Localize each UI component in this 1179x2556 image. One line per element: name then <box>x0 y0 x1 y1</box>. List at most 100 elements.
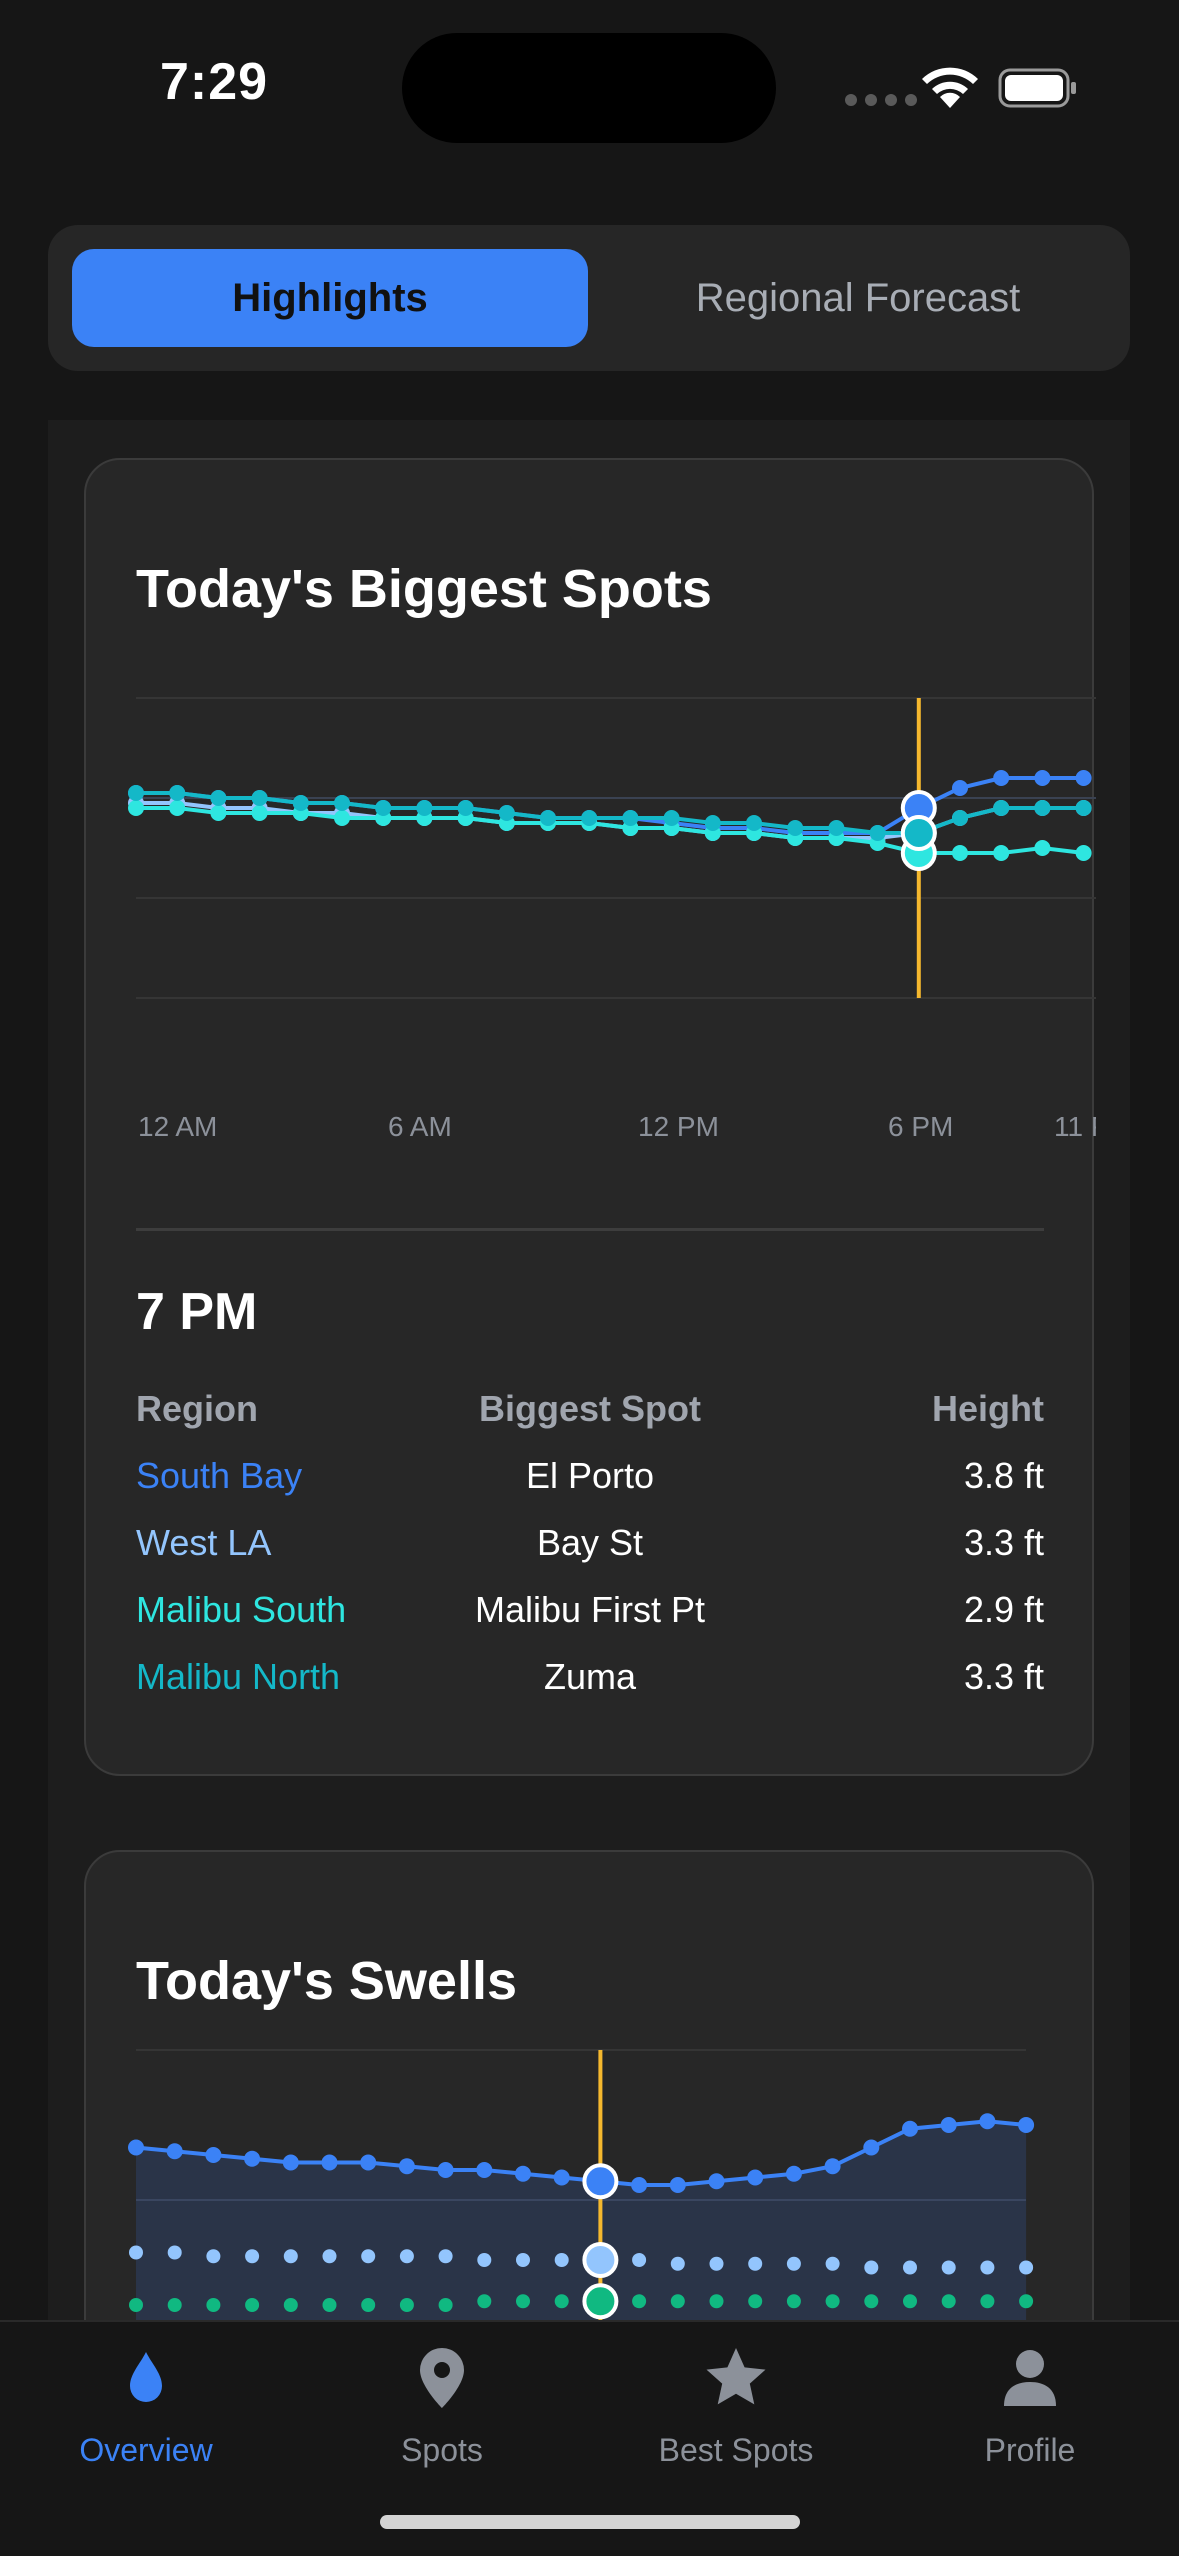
wave-height: 3.8 ft <box>963 1455 1044 1496</box>
series-line <box>136 806 1084 855</box>
data-point <box>244 2150 261 2167</box>
tab-profile[interactable]: Profile <box>910 2342 1150 2469</box>
data-point <box>1075 770 1092 786</box>
selected-time-heading: 7 PM <box>136 1283 258 1341</box>
data-point <box>516 2294 530 2309</box>
data-point <box>746 815 762 831</box>
data-point <box>669 2177 686 2193</box>
data-point <box>1075 800 1092 816</box>
data-point <box>663 810 680 826</box>
data-point <box>282 2154 299 2171</box>
data-point <box>952 780 968 796</box>
data-point <box>128 800 144 816</box>
data-point <box>993 800 1010 816</box>
data-point <box>169 785 186 801</box>
status-time: 7:29 <box>160 53 269 111</box>
data-point <box>167 2245 182 2260</box>
data-point <box>952 810 968 826</box>
tab-label: Overview <box>79 2432 213 2468</box>
table-row: Malibu North Zuma 3.3 ft <box>136 1656 1044 1723</box>
data-point <box>748 2294 763 2309</box>
section-divider <box>136 1228 1044 1231</box>
tab-label: Profile <box>984 2432 1076 2468</box>
data-point <box>864 2260 879 2275</box>
data-point <box>245 2298 260 2312</box>
data-point <box>375 800 392 816</box>
data-point <box>903 2260 917 2275</box>
cellular-signal-icon <box>845 94 917 106</box>
data-point <box>824 2158 841 2175</box>
data-point <box>1019 2294 1034 2309</box>
data-point <box>210 805 227 821</box>
swells-chart[interactable] <box>86 1852 1096 2320</box>
wifi-icon <box>922 67 978 108</box>
data-point <box>398 2158 415 2175</box>
selected-data-point <box>582 2242 619 2278</box>
data-point <box>709 2256 724 2271</box>
data-point <box>361 2298 376 2312</box>
data-point <box>210 790 227 806</box>
data-point <box>825 2294 840 2309</box>
data-point <box>670 2294 685 2309</box>
data-point <box>457 800 474 816</box>
data-point <box>516 2253 530 2267</box>
data-point <box>438 2249 453 2264</box>
spot-name: Zuma <box>543 1656 637 1697</box>
segment-highlights[interactable]: Highlights <box>72 249 588 347</box>
data-point <box>1075 845 1092 861</box>
region-name: Malibu South <box>136 1589 347 1630</box>
data-point <box>334 810 350 826</box>
data-point <box>980 2260 995 2275</box>
data-point <box>515 2165 531 2182</box>
region-name: South Bay <box>136 1455 303 1496</box>
data-point <box>902 2120 918 2137</box>
data-point <box>787 820 804 836</box>
data-point <box>993 770 1010 786</box>
tab-best-spots[interactable]: Best Spots <box>616 2342 856 2469</box>
data-point <box>283 2249 298 2264</box>
region-name: Malibu North <box>136 1656 341 1697</box>
data-point <box>399 2249 414 2264</box>
data-point <box>632 2294 647 2309</box>
data-point <box>786 2294 801 2309</box>
tab-overview[interactable]: Overview <box>26 2342 266 2469</box>
segment-regional-forecast[interactable]: Regional Forecast <box>608 249 1108 347</box>
home-indicator <box>380 2515 800 2529</box>
data-point <box>864 2294 879 2309</box>
person-icon <box>1004 2350 1056 2406</box>
series-line <box>136 801 1084 840</box>
tab-spots[interactable]: Spots <box>322 2342 562 2469</box>
data-point <box>206 2249 221 2264</box>
data-point <box>477 2253 492 2267</box>
data-point <box>979 2113 996 2130</box>
data-point <box>334 795 350 811</box>
x-tick-label: 11 PM <box>1054 1111 1096 1142</box>
data-point <box>129 2298 143 2312</box>
data-point <box>438 2298 453 2312</box>
data-point <box>205 2147 222 2163</box>
biggest-spots-chart[interactable]: 12 AM 6 AM 12 PM 6 PM 11 PM <box>86 460 1096 1200</box>
table-row: South Bay El Porto 3.8 ft <box>136 1455 1044 1522</box>
data-point <box>292 795 309 811</box>
x-tick-label: 6 AM <box>388 1111 452 1142</box>
data-point <box>1018 2117 1035 2133</box>
data-point <box>747 2169 764 2186</box>
data-point <box>166 2143 183 2160</box>
highlights-scroll-view[interactable]: Today's Biggest Spots 12 AM 6 AM 12 PM 6 PM… <box>48 420 1130 2320</box>
data-point <box>708 2173 725 2190</box>
data-point <box>167 2298 182 2312</box>
region-name: West LA <box>136 1522 272 1563</box>
swells-card: Today's Swells <box>84 1850 1094 2320</box>
data-point <box>631 2177 648 2193</box>
data-point <box>553 2169 570 2186</box>
data-point <box>863 2139 880 2156</box>
biggest-spots-card: Today's Biggest Spots 12 AM 6 AM 12 PM 6 PM… <box>84 458 1096 1776</box>
data-point <box>251 790 268 806</box>
data-point <box>632 2253 647 2267</box>
data-point <box>554 2253 569 2267</box>
data-point <box>437 2162 454 2178</box>
spot-name: Bay St <box>536 1522 644 1563</box>
data-point <box>825 2256 840 2271</box>
selected-data-point <box>582 2163 619 2200</box>
selected-data-point <box>582 2283 619 2320</box>
